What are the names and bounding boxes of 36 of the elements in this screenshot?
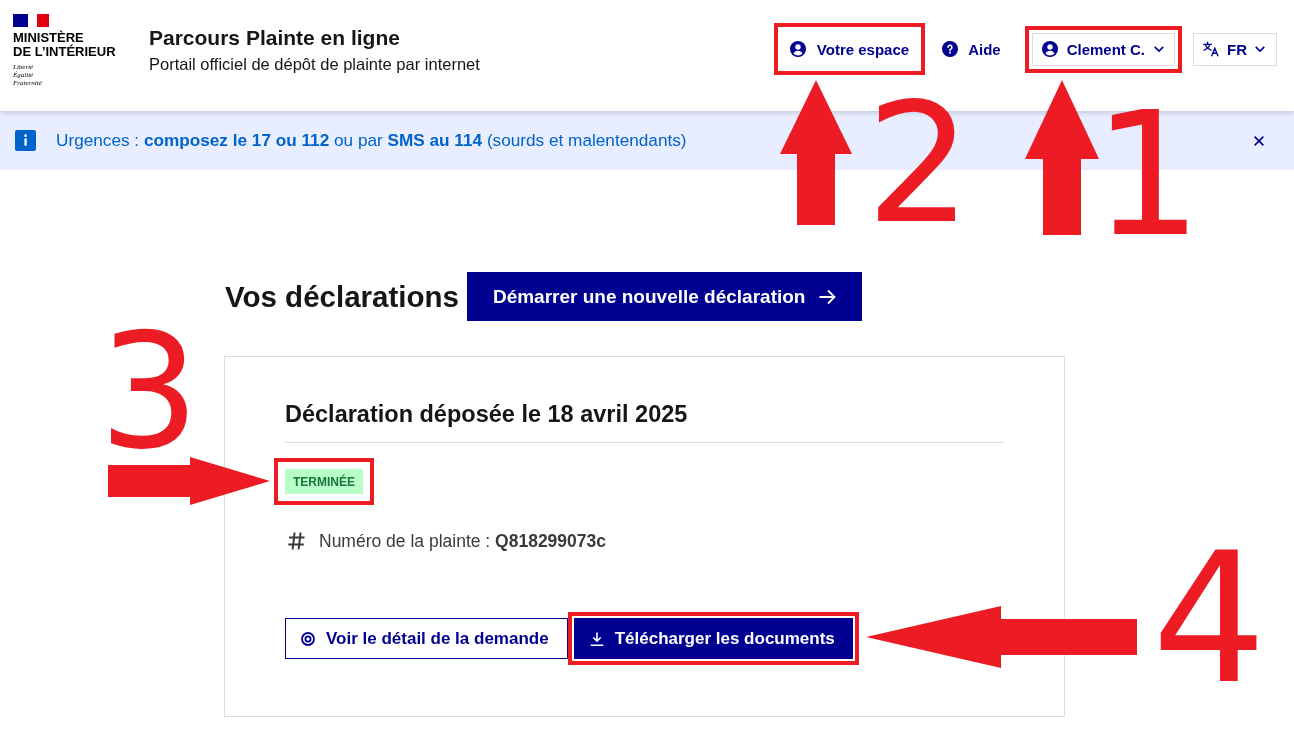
- info-icon: [15, 130, 36, 151]
- page-heading: Vos déclarations: [225, 279, 459, 315]
- translate-icon: [1203, 41, 1219, 57]
- complaint-number: Numéro de la plainte : Q818299073c: [319, 530, 607, 553]
- declaration-title: Déclaration déposée le 18 avril 2025: [285, 400, 688, 429]
- user-icon: [1041, 41, 1058, 57]
- download-button[interactable]: Télécharger les documents: [567, 612, 859, 665]
- flag-icon: [13, 14, 49, 27]
- hash-icon: [288, 532, 305, 550]
- callout-number: 2: [866, 94, 972, 234]
- callout-number: 3: [99, 326, 200, 459]
- site-title: Parcours Plainte en ligne: [149, 25, 400, 51]
- help-link[interactable]: Aide: [934, 29, 1009, 69]
- callout-number: 1: [1093, 103, 1203, 248]
- chevron-down-icon: [1154, 46, 1164, 52]
- arrow-icon: [780, 80, 852, 225]
- close-icon: [1254, 135, 1264, 146]
- arrow-right-icon: [819, 288, 837, 305]
- new-declaration-button[interactable]: Démarrer une nouvelle déclaration: [466, 272, 863, 321]
- view-details-button[interactable]: Voir le détail de la demande: [285, 618, 568, 659]
- notice-text: Urgences : composez le 17 ou 112 ou par SMS au 114 (sourds et malentendants): [56, 130, 687, 151]
- download-icon: [589, 631, 604, 646]
- site-subtitle: Portail officiel de dépôt de plainte par internet: [149, 54, 480, 75]
- arrow-icon: [866, 606, 1137, 668]
- account-menu-button[interactable]: Clement C.: [1024, 25, 1182, 73]
- target-icon: [301, 631, 315, 646]
- user-icon: [789, 41, 806, 57]
- language-button[interactable]: FR: [1193, 32, 1277, 66]
- arrow-icon: [108, 457, 270, 505]
- ministry-name: MINISTÈRE DE L’INTÉRIEUR: [13, 31, 116, 59]
- arrow-icon: [1025, 80, 1099, 235]
- callout-number: 4: [1152, 543, 1267, 695]
- chevron-down-icon: [1255, 46, 1265, 52]
- status-badge: TERMINÉE: [274, 458, 374, 505]
- help-icon: [942, 41, 959, 57]
- account-link[interactable]: Votre espace: [773, 23, 926, 75]
